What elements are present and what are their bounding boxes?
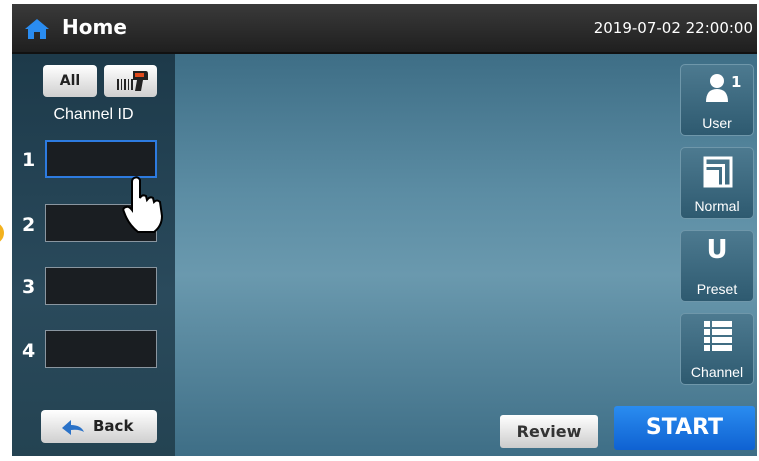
normal-mode-icon bbox=[703, 156, 733, 188]
user-icon bbox=[706, 74, 728, 102]
row-number-4: 4 bbox=[22, 340, 36, 362]
user-count: 1 bbox=[731, 73, 742, 91]
channel-list-icon bbox=[704, 321, 732, 351]
start-button[interactable]: START bbox=[614, 406, 755, 450]
preset-label: Preset bbox=[696, 281, 738, 297]
barcode-scanner-icon bbox=[117, 71, 148, 91]
normal-label: Normal bbox=[694, 198, 740, 214]
back-button[interactable]: Back bbox=[41, 410, 157, 443]
normal-button[interactable]: Normal bbox=[680, 147, 754, 219]
channel-id-input-4[interactable] bbox=[45, 330, 157, 368]
home-icon[interactable] bbox=[24, 18, 50, 40]
preset-glyph: U bbox=[706, 235, 728, 265]
row-number-2: 2 bbox=[22, 214, 36, 236]
channel-id-input-3[interactable] bbox=[45, 267, 157, 305]
back-arrow-icon bbox=[62, 420, 84, 435]
channel-button[interactable]: Channel bbox=[680, 313, 754, 385]
user-label: User bbox=[702, 115, 732, 131]
app-screen: Home 2019-07-02 22:00:00 All Channel ID … bbox=[12, 4, 757, 456]
top-bar: Home 2019-07-02 22:00:00 bbox=[12, 4, 757, 54]
row-number-1: 1 bbox=[22, 149, 36, 171]
channel-id-label: Channel ID bbox=[53, 106, 134, 123]
channel-id-input-1[interactable] bbox=[45, 140, 157, 178]
user-button[interactable]: 1 User bbox=[680, 64, 754, 136]
page-title: Home bbox=[62, 15, 127, 39]
preset-button[interactable]: U Preset bbox=[680, 230, 754, 302]
all-button[interactable]: All bbox=[43, 65, 97, 97]
review-button[interactable]: Review bbox=[500, 415, 598, 448]
channel-panel: All Channel ID 1 2 3 4 bbox=[12, 54, 175, 456]
row-number-3: 3 bbox=[22, 276, 36, 298]
side-indicator bbox=[0, 222, 4, 244]
datetime-display: 2019-07-02 22:00:00 bbox=[593, 19, 753, 37]
main-area bbox=[175, 54, 757, 456]
barcode-scan-button[interactable] bbox=[104, 65, 157, 97]
channel-label: Channel bbox=[690, 364, 744, 380]
back-label: Back bbox=[93, 417, 134, 435]
hand-pointer-icon bbox=[122, 176, 164, 233]
